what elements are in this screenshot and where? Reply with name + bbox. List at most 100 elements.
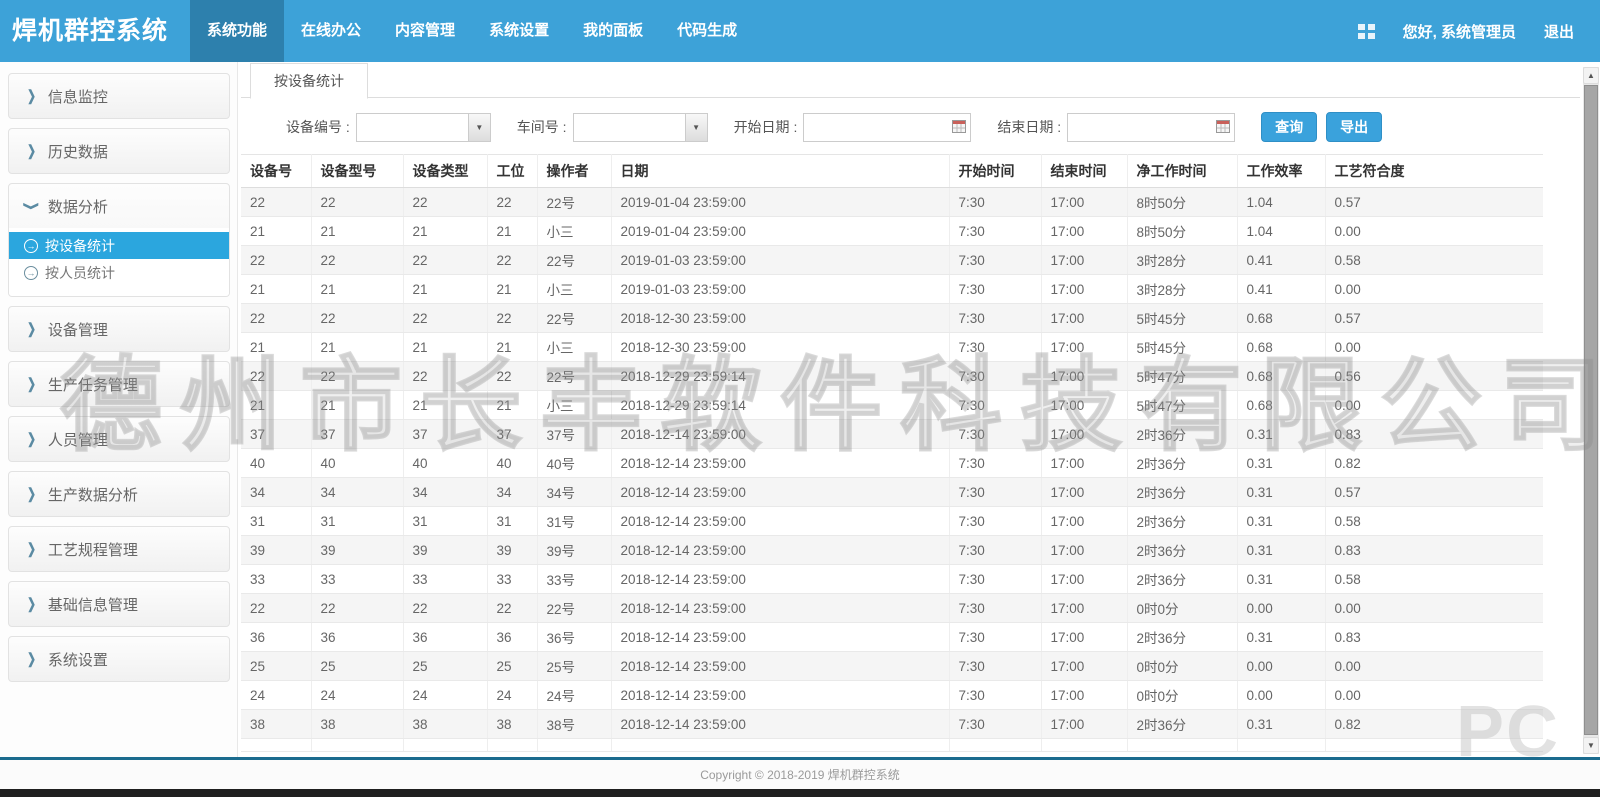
table-cell: 2019-01-03 23:59:00 (611, 275, 949, 304)
workshop-no-dropdown-button[interactable]: ▼ (685, 113, 708, 142)
table-cell: 37号 (537, 420, 611, 449)
sidebar-item-6[interactable]: ❯生产数据分析 (9, 472, 229, 516)
table-cell: 22 (241, 594, 311, 623)
sidebar-item-4[interactable]: ❯生产任务管理 (9, 362, 229, 406)
export-button[interactable]: 导出 (1326, 112, 1382, 142)
sidebar-item-8[interactable]: ❯基础信息管理 (9, 582, 229, 626)
chevron-right-icon: ❯ (27, 540, 36, 558)
workshop-no-input[interactable] (573, 113, 685, 142)
scrollbar-thumb[interactable] (1584, 85, 1598, 735)
table-cell: 2时36分 (1127, 565, 1237, 594)
device-no-combobox: ▼ (356, 113, 491, 142)
table-cell: 21 (487, 333, 537, 362)
table-cell: 33 (311, 565, 403, 594)
table-cell: 17:00 (1041, 652, 1127, 681)
sidebar-item-7[interactable]: ❯工艺规程管理 (9, 527, 229, 571)
sidebar-item-3[interactable]: ❯设备管理 (9, 307, 229, 351)
sidebar-subitem-2-0[interactable]: →按设备统计 (9, 232, 229, 259)
table-cell: 2018-12-29 23:59:14 (611, 391, 949, 420)
column-header-7: 结束时间 (1041, 155, 1127, 188)
table-cell: 0.00 (1325, 594, 1543, 623)
table-cell: 7:30 (949, 420, 1041, 449)
table-cell (611, 739, 949, 752)
sidebar-subitem-2-1[interactable]: →按人员统计 (9, 259, 229, 286)
start-date-input[interactable] (803, 113, 971, 142)
device-no-input[interactable] (356, 113, 468, 142)
arrow-circle-icon: → (24, 239, 38, 253)
nav-item-0[interactable]: 系统功能 (190, 0, 284, 62)
table-cell: 21 (487, 391, 537, 420)
sidebar-item-label: 设备管理 (48, 319, 108, 340)
table-cell: 17:00 (1041, 391, 1127, 420)
table-cell: 38 (487, 710, 537, 739)
logout-button[interactable]: 退出 (1544, 21, 1574, 42)
device-no-dropdown-button[interactable]: ▼ (468, 113, 491, 142)
table-cell: 7:30 (949, 217, 1041, 246)
table-cell: 22 (403, 594, 487, 623)
table-row-3: 21212121小三2019-01-03 23:59:007:3017:003时… (241, 275, 1543, 304)
nav-item-4[interactable]: 我的面板 (566, 0, 660, 62)
table-cell (1127, 739, 1237, 752)
table-row-9: 4040404040号2018-12-14 23:59:007:3017:002… (241, 449, 1543, 478)
table-row-10: 3434343434号2018-12-14 23:59:007:3017:002… (241, 478, 1543, 507)
table-cell: 1.04 (1237, 217, 1325, 246)
sidebar-item-9[interactable]: ❯系统设置 (9, 637, 229, 681)
table-cell: 2时36分 (1127, 449, 1237, 478)
copyright-text: Copyright © 2018-2019 焊机群控系统 (700, 766, 900, 783)
sidebar-item-5[interactable]: ❯人员管理 (9, 417, 229, 461)
table-cell: 22 (241, 362, 311, 391)
filter-bar: 设备编号 : ▼ 车间号 : ▼ 开始日期 : 结束日期 : 查询 导出 (286, 112, 1580, 142)
table-cell: 7:30 (949, 362, 1041, 391)
user-greeting[interactable]: 您好, 系统管理员 (1403, 21, 1516, 42)
nav-item-1[interactable]: 在线办公 (284, 0, 378, 62)
vertical-scrollbar[interactable]: ▲ ▼ (1583, 67, 1599, 754)
table-cell: 21 (241, 391, 311, 420)
nav-item-5[interactable]: 代码生成 (660, 0, 754, 62)
table-cell: 2018-12-14 23:59:00 (611, 420, 949, 449)
scroll-up-button[interactable]: ▲ (1583, 67, 1599, 84)
table-cell: 17:00 (1041, 449, 1127, 478)
table-cell: 0时0分 (1127, 681, 1237, 710)
arrow-circle-icon: → (24, 266, 38, 280)
table-cell: 7:30 (949, 652, 1041, 681)
nav-item-2[interactable]: 内容管理 (378, 0, 472, 62)
sidebar-item-2[interactable]: ❯数据分析 (9, 184, 229, 228)
table-cell (949, 739, 1041, 752)
grid-menu-icon[interactable] (1358, 24, 1375, 39)
scroll-down-button[interactable]: ▼ (1583, 737, 1599, 754)
table-cell: 小三 (537, 333, 611, 362)
calendar-icon[interactable] (1216, 120, 1230, 133)
calendar-icon[interactable] (952, 120, 966, 133)
table-cell: 38 (403, 710, 487, 739)
table-cell: 小三 (537, 391, 611, 420)
table-row-7: 21212121小三2018-12-29 23:59:147:3017:005时… (241, 391, 1543, 420)
table-cell: 0.68 (1237, 362, 1325, 391)
table-cell: 22 (487, 594, 537, 623)
table-cell: 40 (487, 449, 537, 478)
tab-device-statistics[interactable]: 按设备统计 (250, 63, 368, 99)
table-cell: 24 (487, 681, 537, 710)
table-cell: 40 (403, 449, 487, 478)
table-cell: 0.56 (1325, 362, 1543, 391)
table-cell: 33 (241, 565, 311, 594)
sidebar-item-label: 数据分析 (48, 196, 108, 217)
start-date-box (803, 113, 971, 142)
sidebar-item-label: 系统设置 (48, 649, 108, 670)
sidebar: ❯信息监控❯历史数据❯数据分析→按设备统计→按人员统计❯设备管理❯生产任务管理❯… (0, 62, 237, 757)
table-cell: 22 (311, 304, 403, 333)
sidebar-item-0[interactable]: ❯信息监控 (9, 74, 229, 118)
table-cell: 22 (241, 304, 311, 333)
column-header-2: 设备类型 (403, 155, 487, 188)
end-date-input[interactable] (1067, 113, 1235, 142)
table-cell: 17:00 (1041, 246, 1127, 275)
table-cell: 7:30 (949, 449, 1041, 478)
table-cell: 22 (403, 362, 487, 391)
sidebar-item-1[interactable]: ❯历史数据 (9, 129, 229, 173)
table-cell: 7:30 (949, 710, 1041, 739)
table-cell: 34 (487, 478, 537, 507)
app-title: 焊机群控系统 (0, 0, 190, 62)
table-cell: 17:00 (1041, 333, 1127, 362)
nav-item-3[interactable]: 系统设置 (472, 0, 566, 62)
table-cell: 25 (311, 652, 403, 681)
query-button[interactable]: 查询 (1261, 112, 1317, 142)
